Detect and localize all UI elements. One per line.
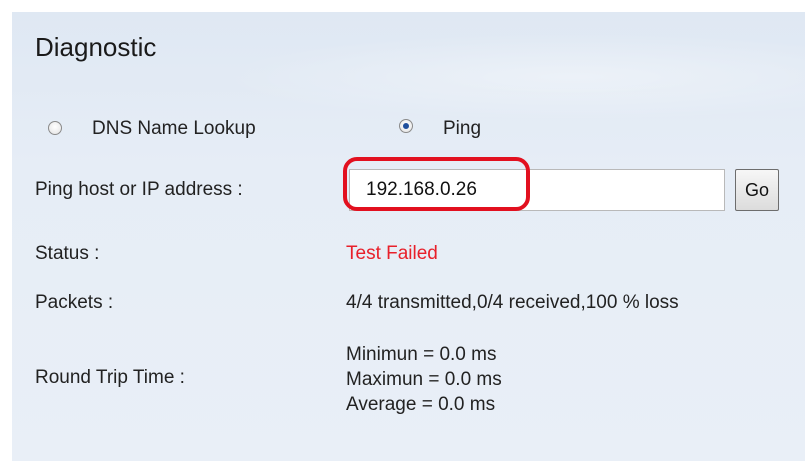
go-button[interactable]: Go — [735, 169, 779, 211]
rtt-maximum: Maximun = 0.0 ms — [346, 369, 502, 390]
ping-radio-label[interactable]: Ping — [443, 118, 481, 140]
dns-lookup-radio-label[interactable]: DNS Name Lookup — [92, 118, 256, 140]
status-value: Test Failed — [346, 243, 438, 264]
ping-host-label: Ping host or IP address : — [35, 179, 243, 200]
dns-lookup-radio[interactable] — [48, 121, 62, 135]
page-title: Diagnostic — [35, 32, 157, 62]
diagnostic-panel: Diagnostic DNS Name Lookup Ping Ping hos… — [12, 12, 805, 461]
ping-host-input[interactable] — [349, 169, 725, 211]
rtt-label: Round Trip Time : — [35, 367, 185, 388]
rtt-average: Average = 0.0 ms — [346, 394, 496, 415]
status-label: Status : — [35, 243, 100, 264]
ping-radio[interactable] — [399, 119, 413, 133]
rtt-values: Minimun = 0.0 ms Maximun = 0.0 ms Averag… — [346, 342, 502, 417]
rtt-minimum: Minimun = 0.0 ms — [346, 344, 497, 365]
packets-label: Packets : — [35, 292, 114, 313]
packets-value: 4/4 transmitted,0/4 received,100 % loss — [346, 292, 679, 313]
